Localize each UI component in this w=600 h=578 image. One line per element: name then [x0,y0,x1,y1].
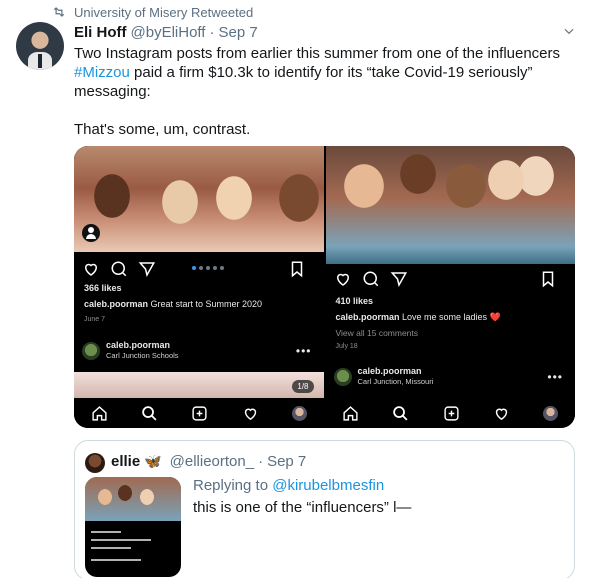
quoted-tweet[interactable]: ellie 🦋 @ellieorton_ · Sep 7 Replying to… [74,440,575,578]
author-username: caleb.poorman [106,340,171,350]
view-comments: View all 15 comments [335,328,419,338]
reply-mention-link[interactable]: @kirubelbmesfin [272,477,384,494]
tweet-text-before: Two Instagram posts from earlier this su… [74,45,561,62]
post-caption: caleb.poorman Love me some ladies ❤️ [336,312,501,323]
bookmark-icon [542,271,554,288]
quoted-media-thumbnail [85,477,181,577]
tweet-header: Eli Hoff @byEliHoff · Sep 7 [74,24,580,41]
retweet-context[interactable]: University of Misery Retweeted [52,4,253,20]
media-image-2[interactable]: 410 likes caleb.poorman Love me some lad… [325,146,575,428]
ig-bottom-nav [325,398,575,428]
reply-prefix: Replying to [193,477,273,494]
profile-avatar [543,405,559,421]
author-subtitle: Carl Junction, Missouri [357,377,434,386]
post-likes: 366 likes [84,283,122,293]
post-photo [325,146,575,264]
more-options-icon: ••• [547,370,563,384]
tweet-text-para2: That's some, um, contrast. [74,121,251,138]
post-author: caleb.poorman Carl Junction, Missouri [333,366,434,387]
profile-avatar [291,405,307,421]
more-options-icon: ••• [295,344,312,358]
post-date: June 7 [84,316,106,323]
butterfly-icon: 🦋 [144,453,162,469]
post-photo [74,146,324,252]
image-counter: 1/8 [292,380,314,393]
post-actions [334,270,568,288]
send-icon [390,272,407,288]
tweet-text-after: paid a firm $10.3k to identify for its “… [74,64,533,100]
next-post-peek: 1/8 [74,372,324,398]
comment-icon [363,271,378,287]
home-icon [343,405,358,421]
quoted-date: Sep 7 [267,453,307,470]
replying-to: Replying to @kirubelbmesfin [193,477,384,494]
tweet-media[interactable]: 366 likes caleb.poorman Great start to S… [74,146,575,428]
caption-text: Great start to Summer 2020 [148,299,263,309]
ig-bottom-nav [74,398,324,428]
search-icon [393,405,408,421]
avatar [82,341,100,360]
author-username: caleb.poorman [357,366,422,376]
heart-icon [84,263,98,276]
post-caption: caleb.poorman Great start to Summer 2020 [84,299,262,309]
post-actions [82,260,316,278]
caption-text: Love me some ladies ❤️ [399,312,501,322]
author-subtitle: Carl Junction Schools [106,351,179,360]
home-icon [92,405,107,421]
caption-user: caleb.poorman [335,312,400,322]
carousel-dots [192,266,224,270]
add-icon [444,405,459,421]
author-avatar[interactable] [16,22,64,70]
retweet-label: University of Misery Retweeted [74,4,254,20]
separator-dot: · [258,453,264,470]
quoted-author-avatar [85,453,105,473]
retweet-icon [53,7,65,17]
tweet-date[interactable]: Sep 7 [218,24,257,41]
avatar [333,367,352,386]
search-icon [142,405,157,421]
person-tag-icon [82,224,100,242]
chevron-down-icon[interactable] [560,24,578,38]
quoted-author-name: ellie [111,453,141,470]
post-date: July 18 [335,343,358,350]
quoted-header: ellie 🦋 @ellieorton_ · Sep 7 [111,453,306,470]
quoted-author-handle: @ellieorton_ [169,453,255,470]
heart-icon [336,273,349,286]
author-name[interactable]: Eli Hoff [74,24,127,41]
separator-dot: · [209,24,215,41]
quoted-text: this is one of the “influencers” l— [193,499,412,516]
post-author: caleb.poorman Carl Junction Schools [82,340,179,361]
media-image-1[interactable]: 366 likes caleb.poorman Great start to S… [74,146,324,428]
post-likes: 410 likes [335,296,374,306]
activity-icon [495,408,508,420]
thumbnail-photo [85,477,181,521]
activity-icon [244,408,256,420]
tweet-body: Two Instagram posts from earlier this su… [74,44,574,139]
author-handle[interactable]: @byEliHoff [131,24,206,41]
send-icon [138,262,156,278]
add-icon [192,405,207,421]
comment-icon [111,261,127,277]
caption-user: caleb.poorman [84,299,149,309]
hashtag-link[interactable]: #Mizzou [74,64,130,81]
bookmark-icon [291,261,302,278]
